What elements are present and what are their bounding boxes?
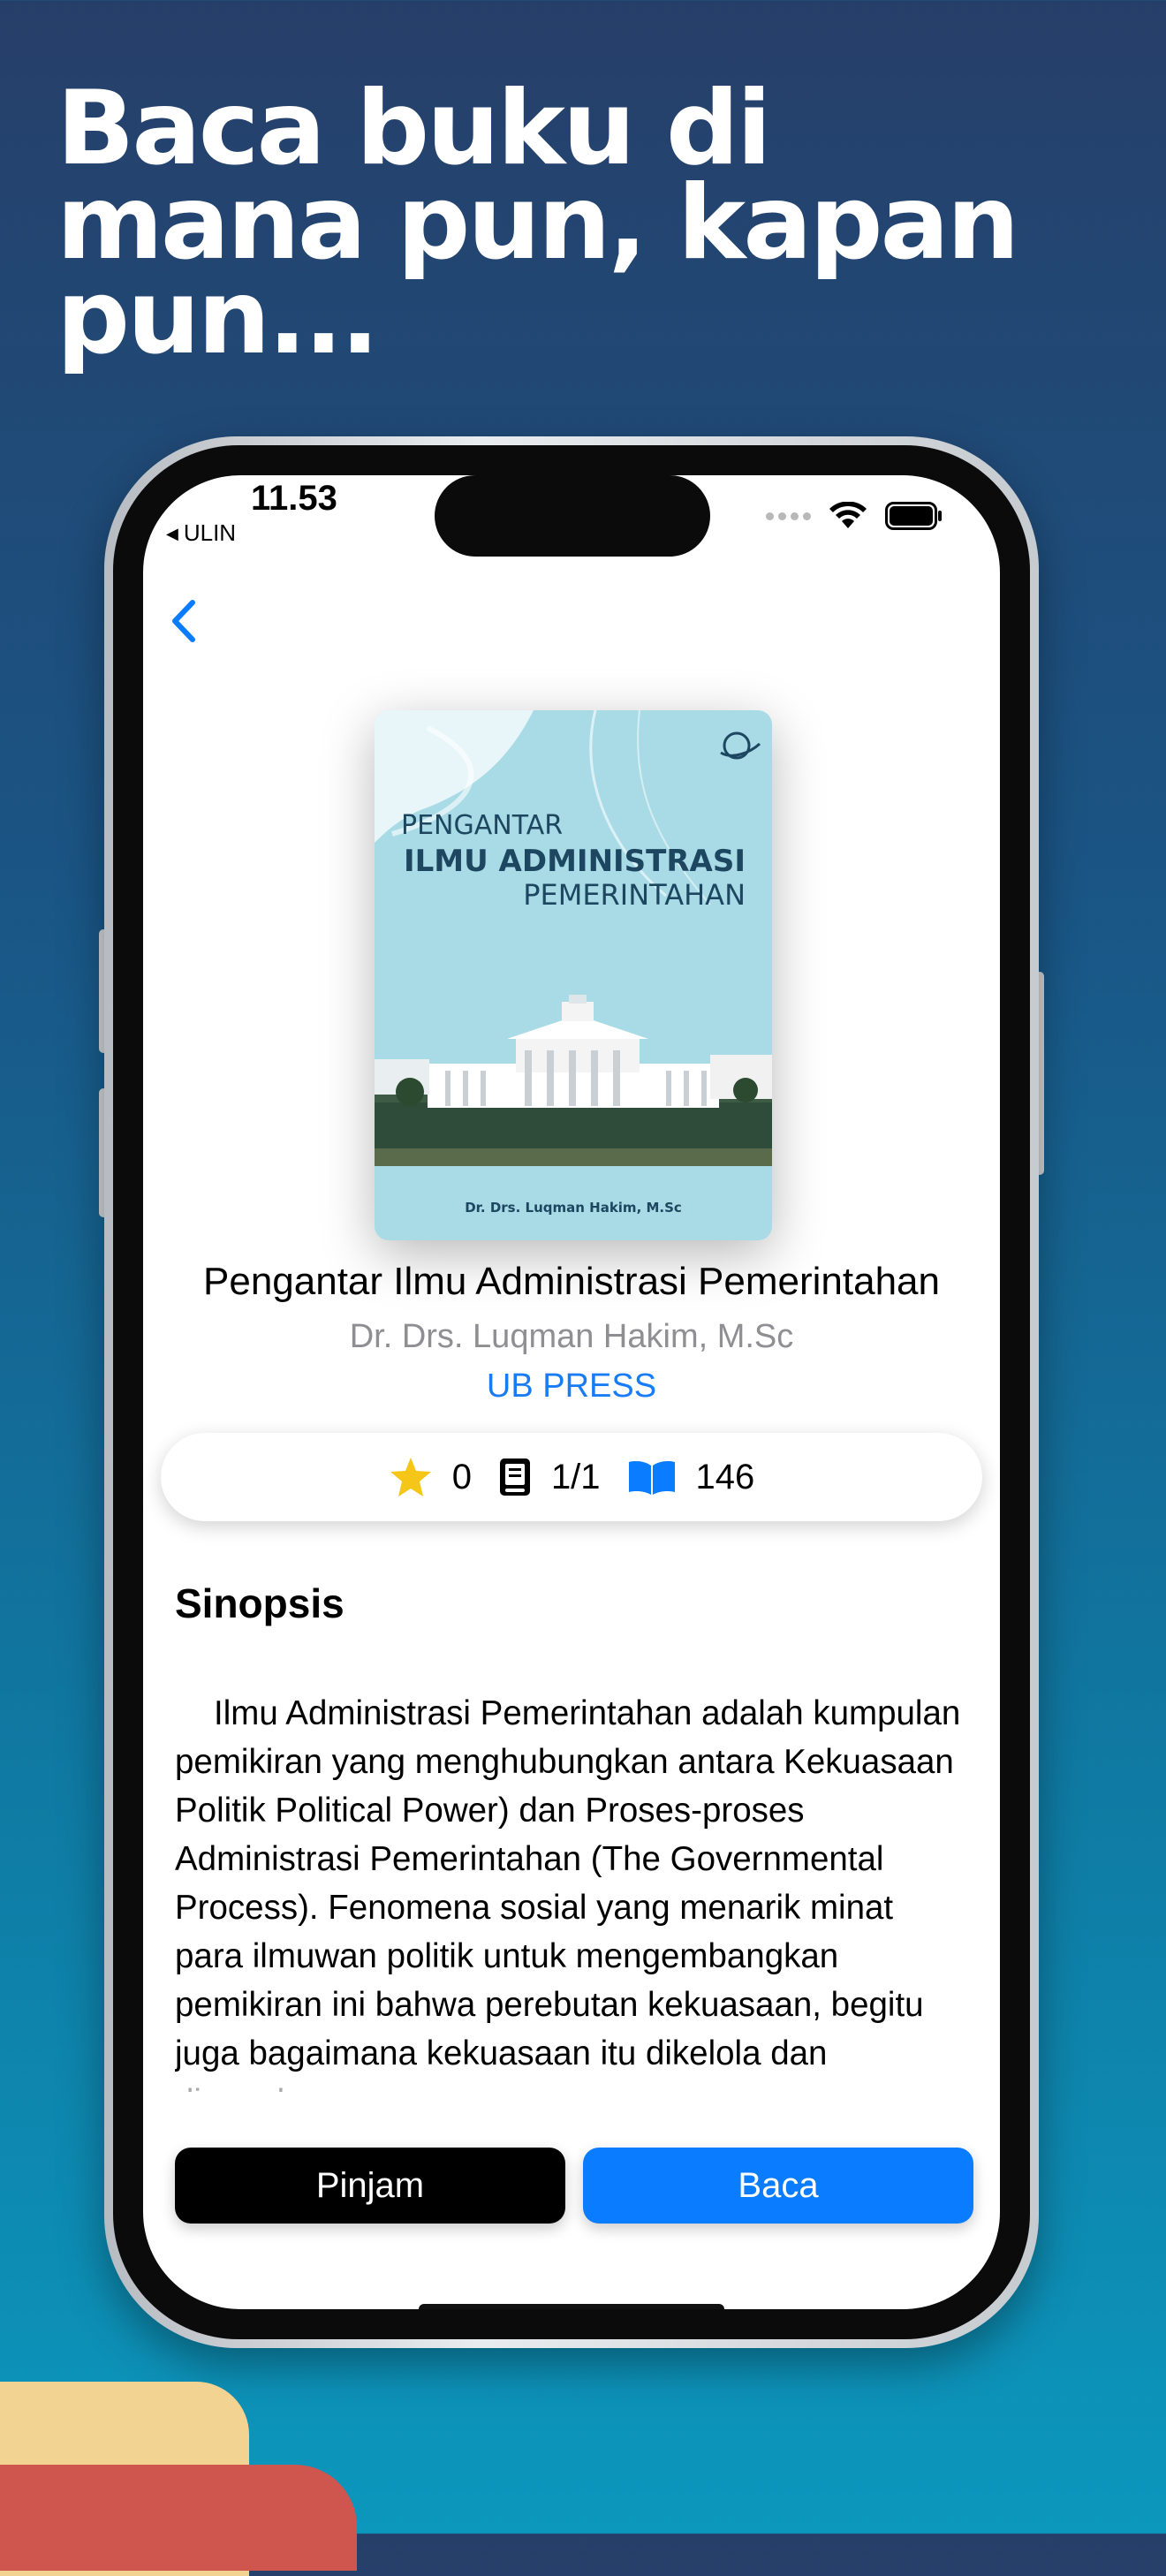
signal-icon bbox=[766, 511, 811, 520]
read-button[interactable]: Baca bbox=[583, 2148, 973, 2224]
star-icon bbox=[390, 1458, 431, 1496]
status-icons bbox=[766, 502, 943, 530]
headline-line-1: Baca buku di bbox=[57, 69, 772, 188]
bottom-fade bbox=[143, 2081, 1000, 2134]
book-title: Pengantar Ilmu Administrasi Pemerintahan bbox=[203, 1260, 940, 1303]
home-indicator[interactable] bbox=[419, 2304, 724, 2309]
cover-line-3: PEMERINTAHAN bbox=[523, 878, 746, 912]
copies-stat: 1/1 bbox=[498, 1457, 601, 1497]
synopsis-heading: Sinopsis bbox=[175, 1580, 344, 1626]
book-cover: PENGANTAR ILMU ADMINISTRASI PEMERINTAHAN bbox=[375, 710, 772, 1240]
reads-value: 146 bbox=[695, 1457, 755, 1496]
back-triangle-icon: ◀ bbox=[166, 525, 178, 542]
open-book-icon bbox=[628, 1461, 675, 1495]
back-to-app-link[interactable]: ◀ ULIN bbox=[166, 519, 236, 547]
battery-icon bbox=[885, 502, 942, 530]
cover-author: Dr. Drs. Luqman Hakim, M.Sc bbox=[465, 1200, 682, 1216]
wifi-icon bbox=[829, 502, 867, 528]
headline-line-2: mana pun, kapan bbox=[57, 163, 1019, 283]
synopsis-text: Ilmu Administrasi Pemerintahan adalah ku… bbox=[175, 1694, 961, 2092]
phone-screen: 11.53 ◀ ULIN PENGANTAR ILMU ADMINISTRASI bbox=[143, 475, 1000, 2309]
headline-line-3: pun... bbox=[57, 258, 379, 377]
dynamic-island bbox=[435, 475, 710, 557]
reads-stat: 146 bbox=[627, 1457, 755, 1497]
copies-value: 1/1 bbox=[550, 1457, 601, 1496]
book-stats-bar: 0 1/1 146 bbox=[161, 1433, 982, 1521]
back-chevron-icon[interactable] bbox=[159, 590, 212, 652]
cover-line-1: PENGANTAR bbox=[401, 810, 563, 841]
back-app-label: ULIN bbox=[183, 519, 237, 546]
book-publisher[interactable]: UB PRESS bbox=[143, 1368, 1000, 1405]
borrow-button[interactable]: Pinjam bbox=[175, 2148, 565, 2224]
decor-red-block bbox=[0, 2465, 357, 2571]
rating-value: 0 bbox=[451, 1457, 472, 1496]
book-icon bbox=[499, 1458, 530, 1496]
headline: Baca buku di mana pun, kapan pun... bbox=[57, 69, 1099, 377]
status-time: 11.53 bbox=[251, 479, 337, 518]
book-cover-art: PENGANTAR ILMU ADMINISTRASI PEMERINTAHAN bbox=[375, 710, 772, 1240]
book-author: Dr. Drs. Luqman Hakim, M.Sc bbox=[349, 1318, 794, 1355]
cover-line-2: ILMU ADMINISTRASI bbox=[404, 844, 746, 879]
rating-stat: 0 bbox=[389, 1456, 472, 1498]
